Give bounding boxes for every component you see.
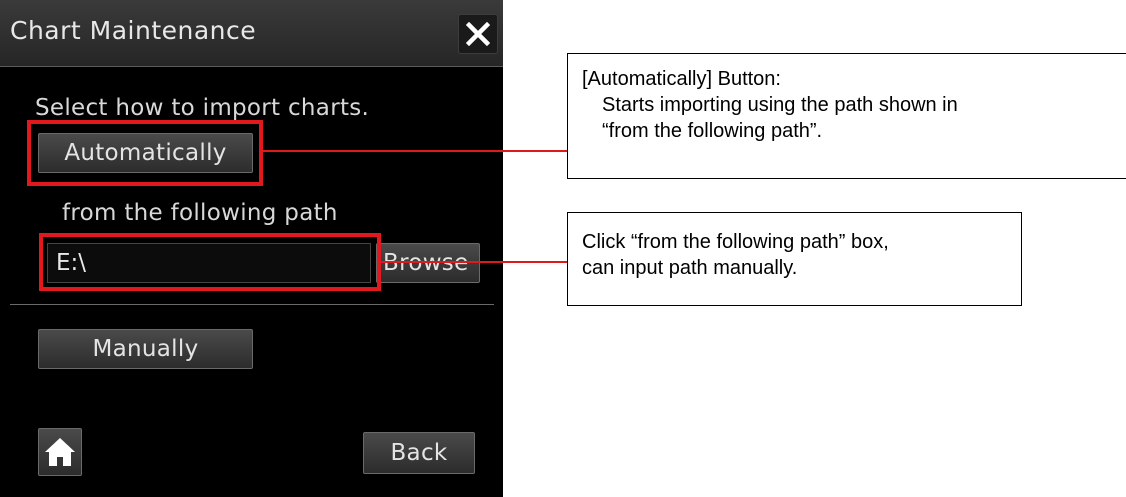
manually-button[interactable]: Manually: [38, 329, 253, 369]
dialog-title: Chart Maintenance: [10, 16, 257, 45]
callout-2-line-2: can input path manually.: [582, 257, 798, 279]
close-icon: [466, 22, 490, 46]
callout-connector-1: [263, 150, 568, 152]
divider: [10, 304, 494, 305]
callout-1-heading: [Automatically] Button:: [582, 68, 781, 90]
home-button[interactable]: [38, 428, 82, 476]
back-button[interactable]: Back: [363, 432, 475, 474]
path-label: from the following path: [62, 200, 338, 226]
dialog-titlebar: Chart Maintenance: [0, 0, 503, 67]
callout-connector-2: [381, 261, 568, 263]
callout-1-line-3: “from the following path”.: [602, 120, 823, 142]
automatically-callout: [Automatically] Button: Starts importing…: [567, 53, 1126, 179]
close-button[interactable]: [458, 14, 498, 54]
callout-2-line-1: Click “from the following path” box,: [582, 231, 889, 253]
path-highlight-box: [39, 233, 381, 291]
path-callout: Click “from the following path” box, can…: [567, 212, 1022, 306]
home-icon: [45, 438, 75, 466]
browse-button[interactable]: Browse: [376, 243, 480, 283]
callout-1-line-2: Starts importing using the path shown in: [602, 94, 958, 116]
chart-maintenance-dialog: Chart Maintenance Select how to import c…: [0, 0, 503, 497]
automatically-highlight-box: [27, 120, 263, 186]
import-prompt: Select how to import charts.: [35, 95, 370, 121]
